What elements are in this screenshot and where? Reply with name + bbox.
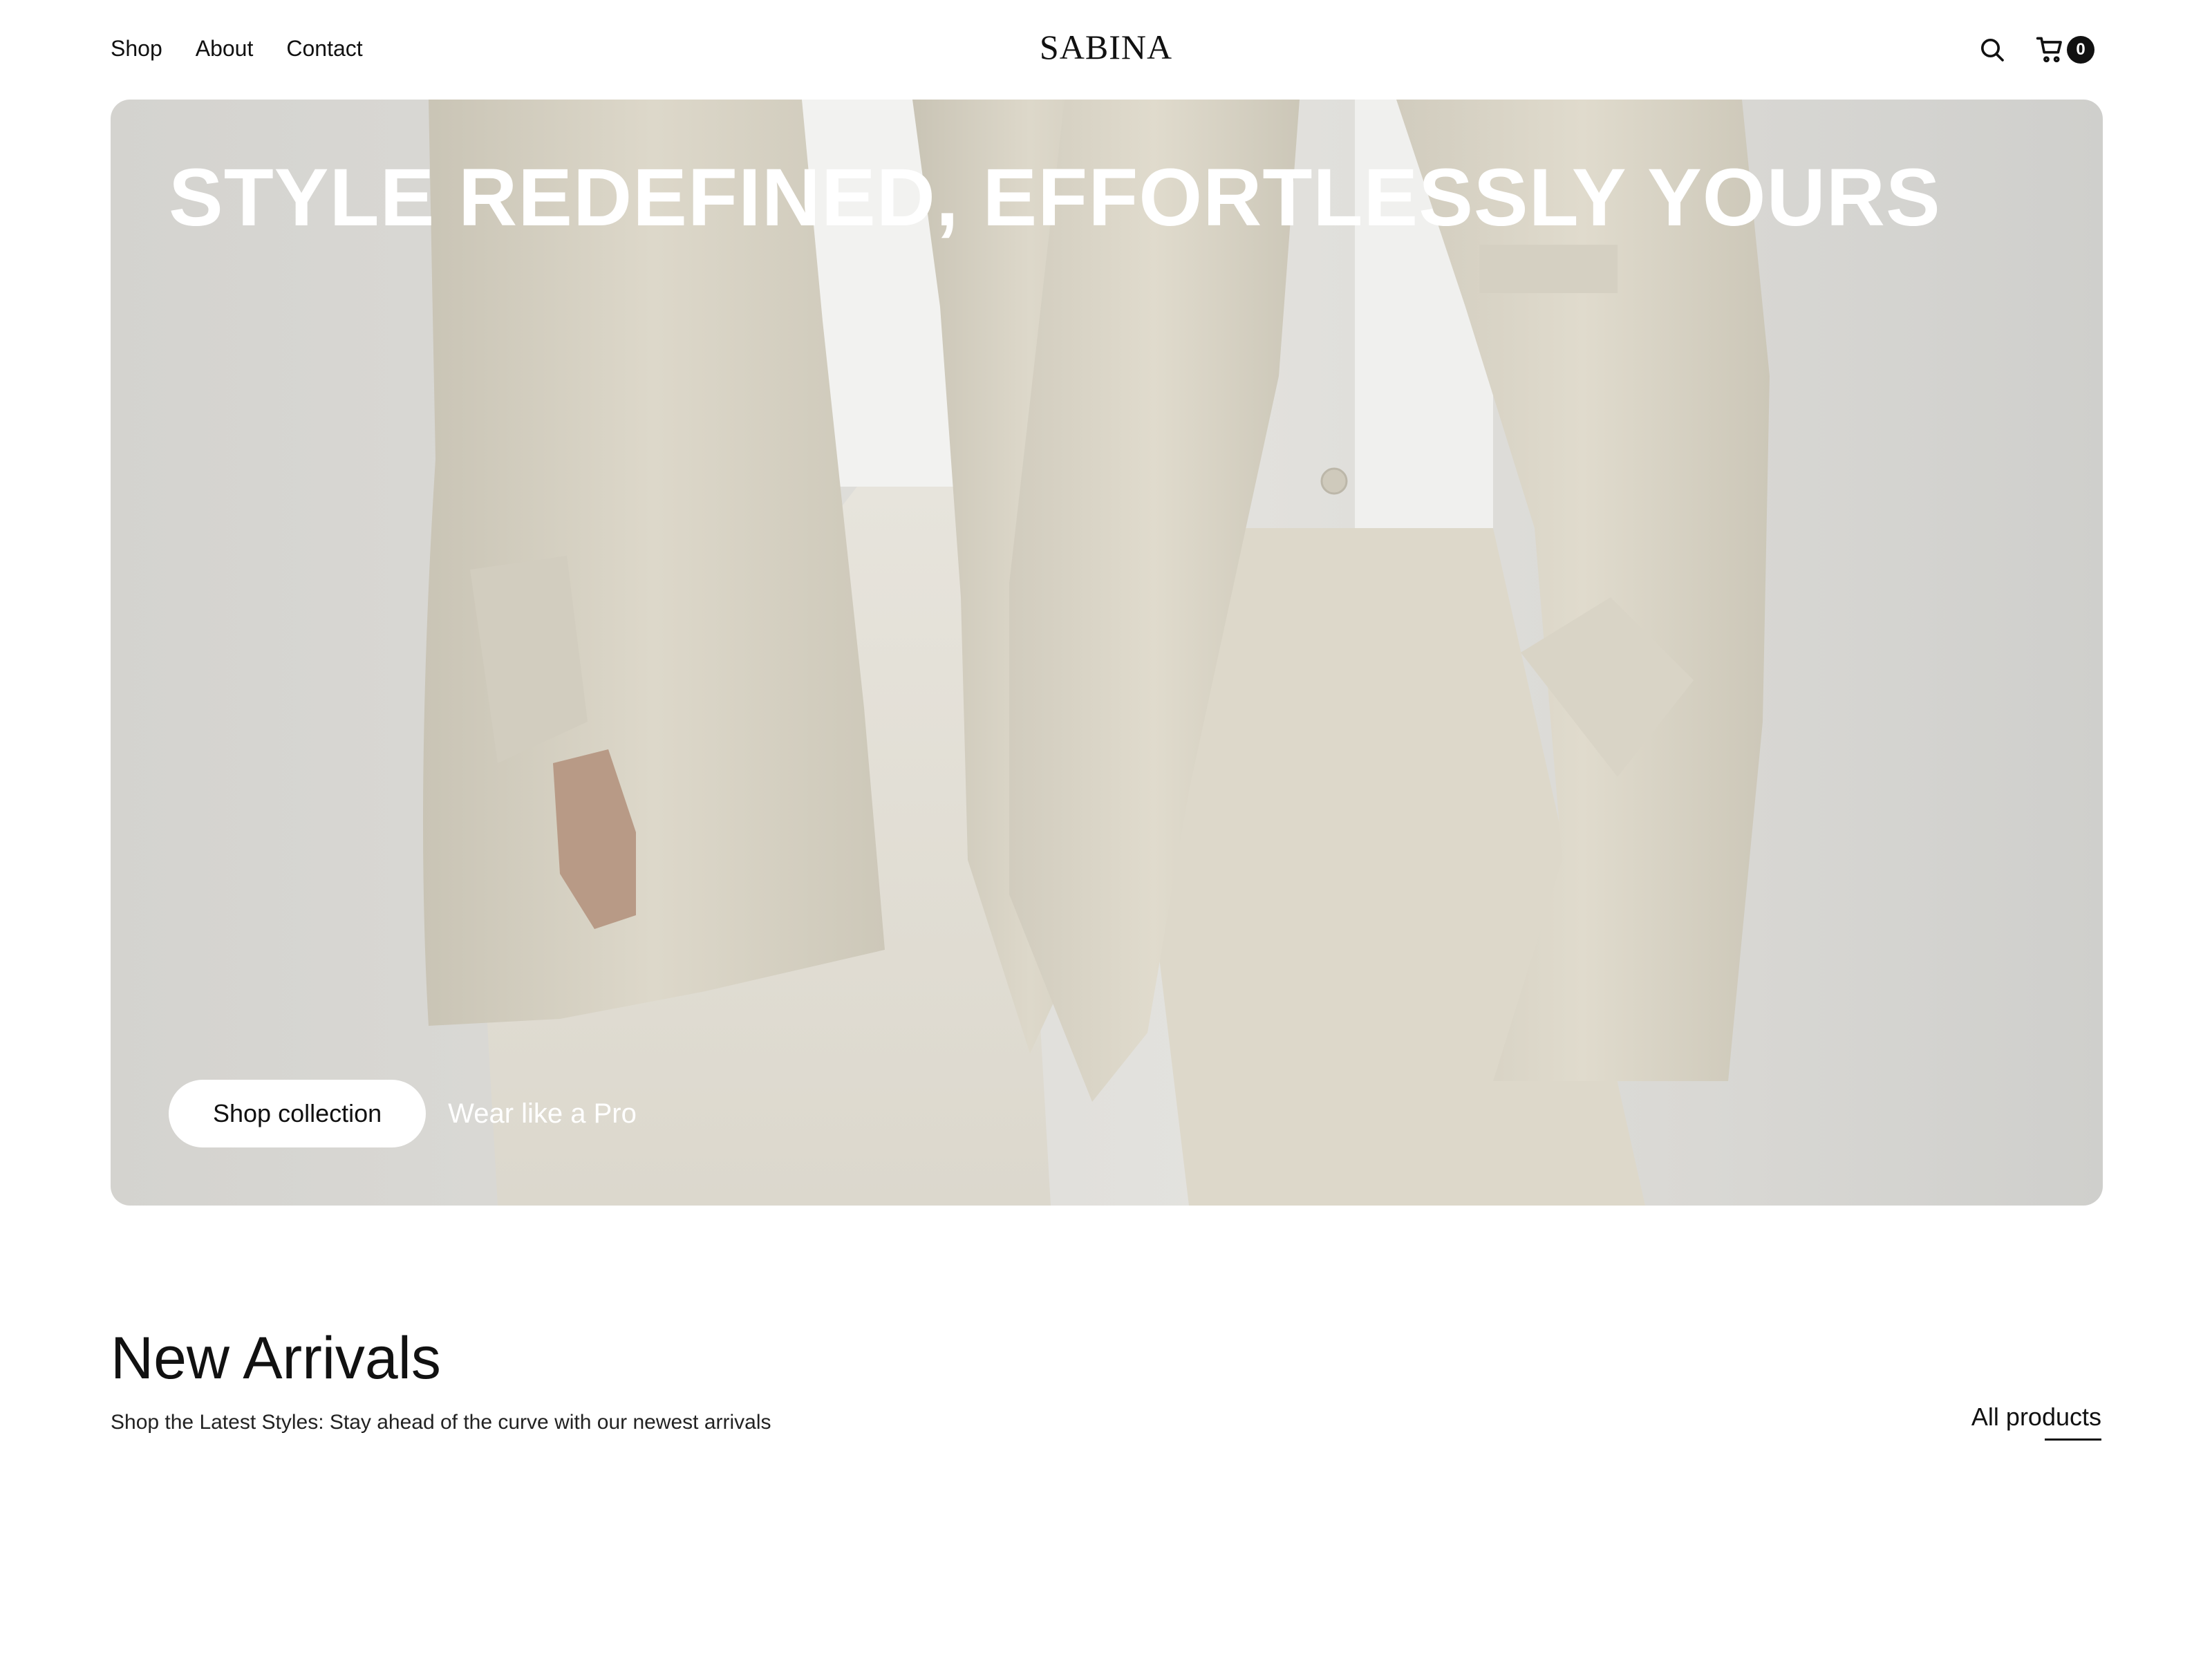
link-underline [2045, 1438, 2101, 1441]
section-subtitle: Shop the Latest Styles: Stay ahead of th… [111, 1411, 771, 1434]
section-title: New Arrivals [111, 1325, 441, 1391]
shop-collection-button[interactable]: Shop collection [169, 1080, 427, 1147]
nav-link-contact[interactable]: Contact [286, 30, 362, 66]
cart-button[interactable]: 0 [2035, 35, 2094, 65]
search-icon [1981, 39, 2004, 62]
header-actions: 0 [1977, 30, 2094, 69]
search-button[interactable] [1977, 35, 2007, 65]
site-header: Shop About Contact SABINA 0 [0, 0, 2212, 100]
cart-icon [2036, 37, 2062, 63]
hero-image [423, 100, 1770, 1206]
brand-logo[interactable]: SABINA [968, 25, 1244, 69]
nav-link-about[interactable]: About [196, 30, 254, 66]
cart-count-badge: 0 [2067, 36, 2094, 64]
hero-tagline: Wear like a Pro [448, 1098, 637, 1129]
main-nav: Shop About Contact [111, 30, 363, 66]
hero-cta-group: Shop collection Wear like a Pro [169, 1080, 637, 1147]
all-products-link[interactable]: All products [1971, 1399, 2101, 1435]
hero-title: STYLE REDEFINED, EFFORTLESSLY YOURS [169, 152, 1941, 243]
nav-link-shop[interactable]: Shop [111, 30, 162, 66]
hero-banner: STYLE REDEFINED, EFFORTLESSLY YOURS Shop… [111, 100, 2103, 1206]
